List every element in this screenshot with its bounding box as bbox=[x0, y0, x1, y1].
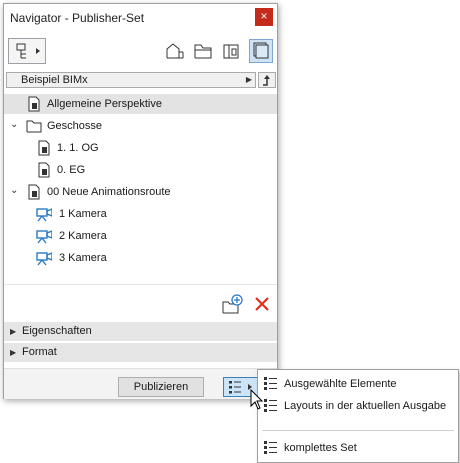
chevron-down-icon[interactable]: ⌄ bbox=[10, 119, 18, 130]
delete-x-icon bbox=[255, 297, 269, 311]
menu-item-selected-elements[interactable]: Ausgewählte Elemente bbox=[258, 374, 458, 394]
view-map-button[interactable] bbox=[193, 41, 213, 61]
new-folder-icon bbox=[222, 294, 243, 314]
layout-book-button[interactable] bbox=[221, 41, 241, 61]
tree-item-allgemeine-perspektive[interactable]: Allgemeine Perspektive bbox=[4, 94, 277, 114]
panel-label: Eigenschaften bbox=[22, 325, 92, 337]
mouse-cursor-icon bbox=[250, 389, 264, 410]
folder-view-icon bbox=[194, 44, 212, 59]
tree-item-label: 1. 1. OG bbox=[57, 142, 99, 154]
tree-actions bbox=[4, 291, 277, 317]
navigator-window: Navigator - Publisher-Set × Beispiel BIM… bbox=[3, 3, 278, 399]
publish-button[interactable]: Publizieren bbox=[118, 377, 204, 397]
panel-format[interactable]: ▶ Format bbox=[4, 343, 277, 362]
tree-item-label: 2 Kamera bbox=[59, 230, 107, 242]
file-icon bbox=[38, 162, 50, 178]
title-bar[interactable]: Navigator - Publisher-Set × bbox=[4, 4, 277, 32]
camera-icon bbox=[36, 208, 52, 222]
delete-button[interactable] bbox=[253, 295, 271, 313]
list-icon bbox=[264, 399, 277, 412]
folder-icon bbox=[26, 120, 42, 133]
arrow-up-icon bbox=[263, 75, 270, 86]
project-map-button[interactable] bbox=[165, 41, 185, 61]
chevron-right-icon: ▶ bbox=[10, 327, 17, 336]
window-title: Navigator - Publisher-Set bbox=[10, 11, 145, 25]
camera-icon bbox=[36, 230, 52, 244]
list-icon bbox=[264, 441, 277, 454]
tree-item-kamera-1[interactable]: 1 Kamera bbox=[4, 204, 277, 224]
camera-icon bbox=[36, 252, 52, 266]
menu-item-label: komplettes Set bbox=[284, 442, 357, 454]
menu-item-complete-set[interactable]: komplettes Set bbox=[258, 438, 458, 458]
menu-item-label: Ausgewählte Elemente bbox=[284, 378, 397, 390]
close-icon: × bbox=[260, 9, 268, 23]
tree-item-0-eg[interactable]: 0. EG bbox=[4, 160, 277, 180]
tree-item-label: 0. EG bbox=[57, 164, 86, 176]
file-icon bbox=[28, 96, 40, 112]
toolbar bbox=[4, 34, 277, 70]
menu-divider bbox=[262, 430, 454, 431]
tree-item-label: 1 Kamera bbox=[59, 208, 107, 220]
path-bar: Beispiel BIMx ▶ bbox=[4, 72, 277, 89]
new-folder-button[interactable] bbox=[222, 293, 244, 315]
tree-item-animationsroute[interactable]: ⌄ 00 Neue Animationsroute bbox=[4, 182, 277, 202]
footer: Publizieren bbox=[4, 368, 277, 399]
file-icon bbox=[38, 140, 50, 156]
list-icon bbox=[264, 377, 277, 390]
tree-item-label: 00 Neue Animationsroute bbox=[47, 186, 171, 198]
file-icon bbox=[28, 184, 40, 200]
map-selector-button[interactable] bbox=[8, 38, 46, 64]
publisher-sets-button[interactable] bbox=[249, 39, 273, 63]
publisher-stack-icon bbox=[253, 42, 269, 59]
tree-item-label: 3 Kamera bbox=[59, 252, 107, 264]
panel-label: Format bbox=[22, 346, 57, 358]
tree-item-label: Geschosse bbox=[47, 120, 103, 132]
book-icon bbox=[223, 44, 239, 59]
chevron-right-icon: ▶ bbox=[245, 75, 252, 84]
set-selector[interactable]: Beispiel BIMx ▶ bbox=[6, 72, 256, 88]
project-tree-icon bbox=[16, 43, 40, 59]
divider bbox=[4, 284, 277, 285]
close-button[interactable]: × bbox=[255, 8, 273, 26]
publish-options-menu: Ausgewählte Elemente Layouts in der aktu… bbox=[257, 369, 459, 463]
set-name: Beispiel BIMx bbox=[21, 74, 88, 86]
tree-item-geschosse[interactable]: ⌄ Geschosse bbox=[4, 116, 277, 136]
up-level-button[interactable] bbox=[258, 72, 276, 88]
panel-eigenschaften[interactable]: ▶ Eigenschaften bbox=[4, 322, 277, 341]
tree-item-1-og[interactable]: 1. 1. OG bbox=[4, 138, 277, 158]
chevron-down-icon[interactable]: ⌄ bbox=[10, 185, 18, 196]
house-icon bbox=[166, 43, 184, 59]
menu-item-layouts-current[interactable]: Layouts in der aktuellen Ausgabe bbox=[258, 396, 458, 416]
tree-item-kamera-2[interactable]: 2 Kamera bbox=[4, 226, 277, 246]
menu-item-label: Layouts in der aktuellen Ausgabe bbox=[284, 400, 447, 412]
chevron-right-icon: ▶ bbox=[10, 348, 17, 357]
tree-item-label: Allgemeine Perspektive bbox=[47, 98, 162, 110]
tree-item-kamera-3[interactable]: 3 Kamera bbox=[4, 248, 277, 268]
